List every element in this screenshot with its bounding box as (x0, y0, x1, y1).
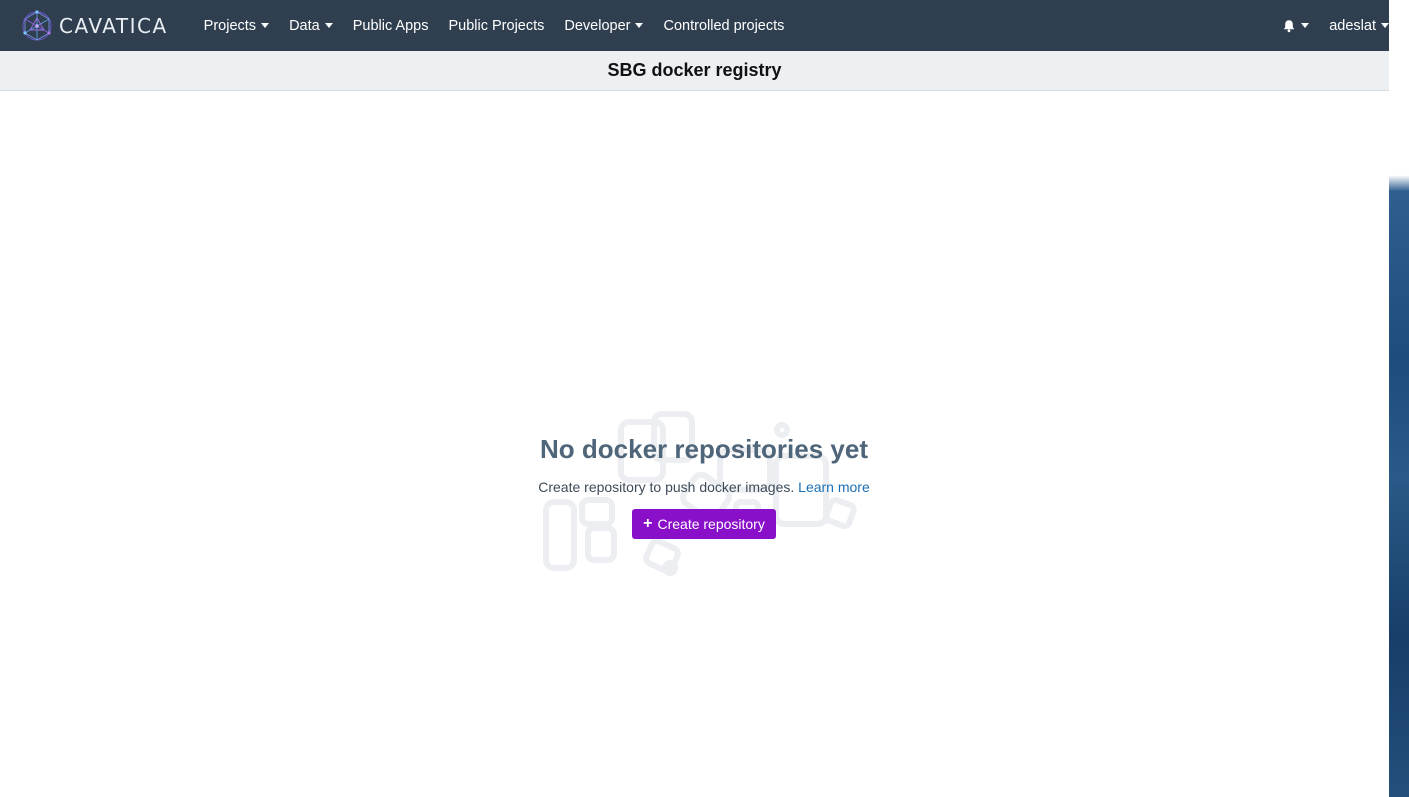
app-window: CAVATICA Projects Data Public Apps Publi… (0, 0, 1389, 797)
create-repository-button[interactable]: + Create repository (632, 509, 776, 539)
username: adeslat (1329, 17, 1376, 34)
desktop-background (1389, 0, 1409, 797)
main-nav: Projects Data Public Apps Public Project… (204, 18, 805, 34)
nav-controlled-projects[interactable]: Controlled projects (663, 18, 784, 34)
nav-projects[interactable]: Projects (203, 17, 270, 34)
chevron-down-icon (324, 23, 333, 28)
nav-developer-label: Developer (564, 17, 631, 34)
learn-more-link[interactable]: Learn more (798, 479, 870, 495)
nav-public-projects-label: Public Projects (448, 17, 545, 34)
notifications-menu[interactable] (1282, 19, 1310, 33)
nav-public-projects[interactable]: Public Projects (448, 18, 544, 34)
empty-state-content: No docker repositories yet Create reposi… (504, 434, 904, 539)
page-header: SBG docker registry (0, 51, 1389, 91)
chevron-down-icon (261, 23, 270, 28)
brand-name: CAVATICA (59, 13, 168, 38)
cavatica-logo-icon (22, 9, 52, 41)
page-title: SBG docker registry (607, 60, 782, 80)
chevron-down-icon (635, 23, 644, 28)
chevron-down-icon (1381, 23, 1389, 28)
nav-data[interactable]: Data (289, 18, 333, 34)
empty-state: No docker repositories yet Create reposi… (504, 410, 904, 580)
nav-controlled-projects-label: Controlled projects (663, 17, 785, 34)
nav-data-label: Data (289, 17, 320, 34)
nav-public-apps-label: Public Apps (352, 17, 429, 34)
nav-developer[interactable]: Developer (564, 17, 644, 34)
top-navbar: CAVATICA Projects Data Public Apps Publi… (0, 0, 1389, 51)
empty-state-description: Create repository to push docker images.… (504, 479, 904, 495)
empty-state-text: Create repository to push docker images. (538, 479, 795, 495)
nav-projects-label: Projects (203, 17, 257, 34)
empty-state-title: No docker repositories yet (540, 434, 868, 464)
plus-icon: + (643, 515, 653, 532)
brand-logo[interactable]: CAVATICA (19, 0, 168, 51)
create-repository-label: Create repository (657, 516, 765, 532)
chevron-down-icon (1301, 23, 1310, 28)
nav-public-apps[interactable]: Public Apps (353, 18, 429, 34)
user-menu[interactable]: adeslat (1329, 18, 1389, 34)
navbar-right: adeslat (1282, 0, 1389, 51)
bell-icon (1284, 19, 1295, 32)
